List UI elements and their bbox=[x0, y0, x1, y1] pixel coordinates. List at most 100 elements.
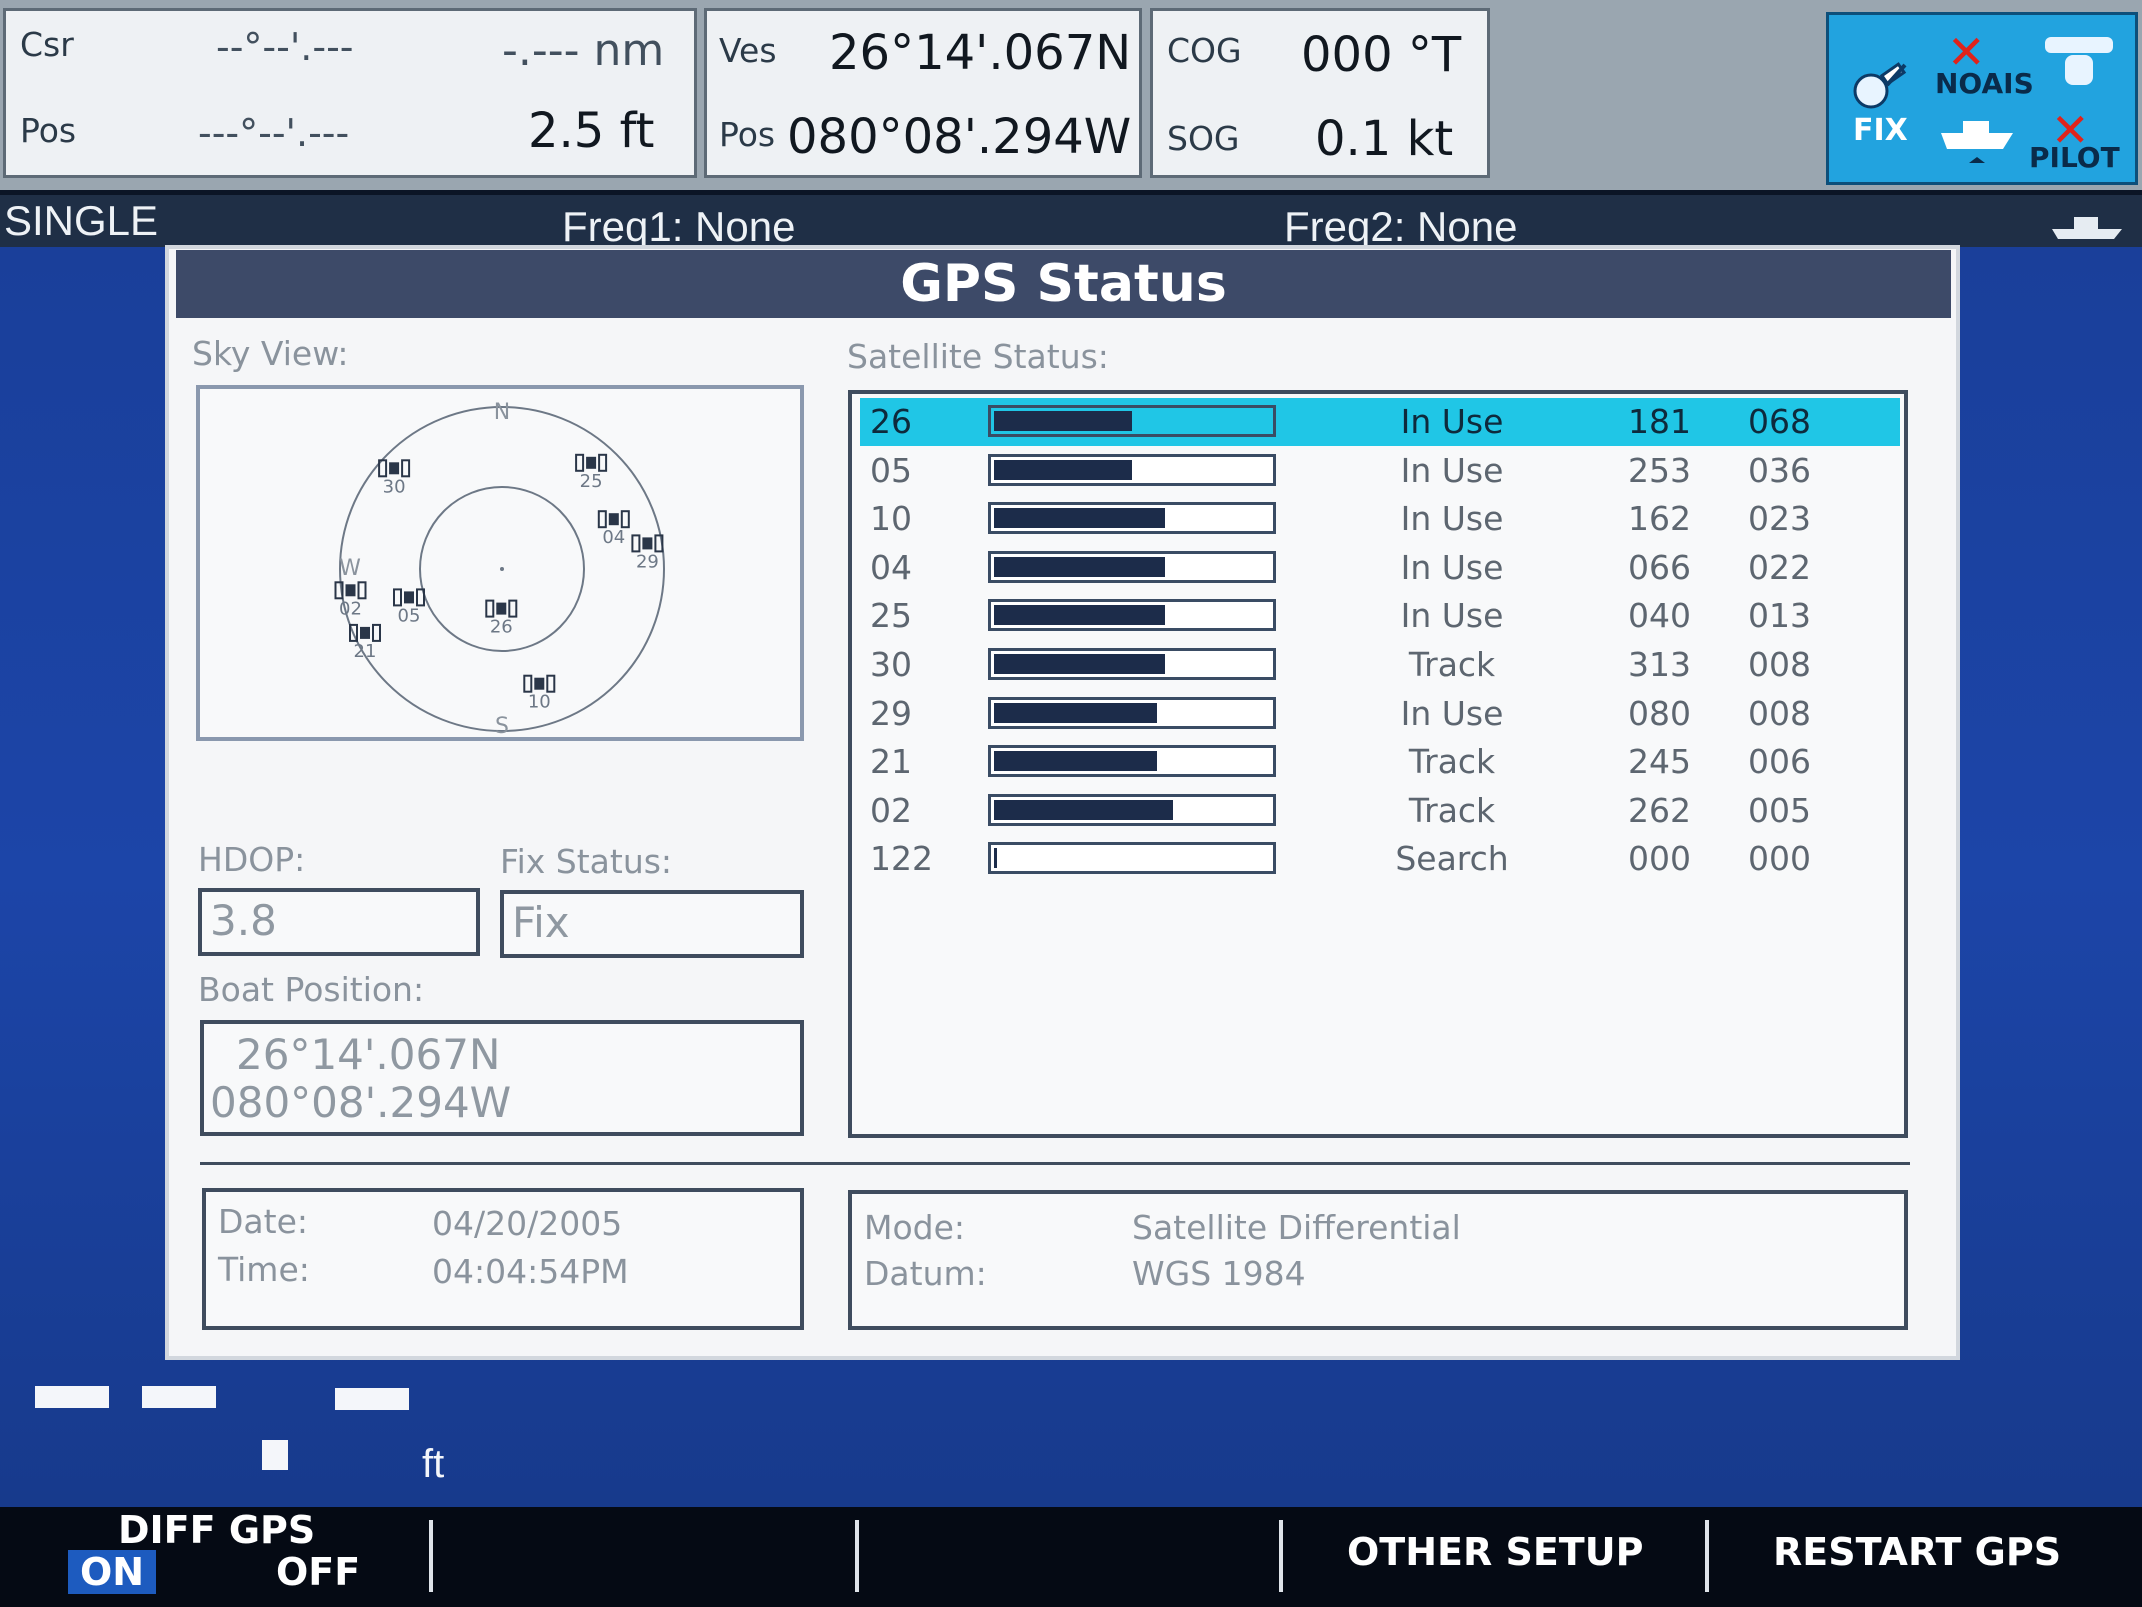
sky-view-plot: N S W 30 25 04 29 02 05 21 26 10 bbox=[334, 400, 665, 739]
signal-strength-bar bbox=[988, 453, 1276, 486]
satellite-azimuth: 253 bbox=[1628, 450, 1691, 490]
sky-view-label: Sky View: bbox=[192, 334, 349, 373]
vessel-panel: Ves 26°14'.067N Pos 080°08'.294W bbox=[704, 8, 1142, 178]
cog-label: COG bbox=[1167, 31, 1242, 70]
satellite-prn: 26 bbox=[870, 402, 912, 441]
csr-label: Csr bbox=[20, 25, 74, 64]
time-label: Time: bbox=[218, 1250, 310, 1289]
satellite-prn: 05 bbox=[870, 450, 912, 490]
other-setup-label: OTHER SETUP bbox=[1347, 1530, 1644, 1574]
diff-gps-label: DIFF GPS bbox=[118, 1508, 316, 1552]
satellite-azimuth: 040 bbox=[1628, 596, 1691, 636]
sog-label: SOG bbox=[1167, 119, 1240, 158]
section-divider bbox=[200, 1162, 1910, 1165]
sky-satellite-label: 30 bbox=[383, 476, 406, 497]
sky-satellite-label: 25 bbox=[580, 471, 603, 492]
signal-strength-fill bbox=[994, 751, 1157, 772]
fix-status-label: Fix Status: bbox=[500, 842, 673, 881]
fix-label: FIX bbox=[1853, 113, 1908, 148]
dialog-title: GPS Status bbox=[176, 250, 1951, 318]
satellite-row[interactable]: 25 In Use 040 013 bbox=[860, 592, 1900, 640]
sky-satellite-icon: 26 bbox=[485, 599, 518, 638]
depth-unit-label: ft bbox=[422, 1442, 445, 1486]
diff-gps-softkey[interactable]: DIFF GPS ON OFF bbox=[60, 1508, 430, 1604]
softkey-2-blank[interactable] bbox=[435, 1508, 855, 1604]
satellite-status: Track bbox=[1408, 645, 1496, 684]
signal-strength-fill bbox=[994, 508, 1165, 529]
satellite-status: In Use bbox=[1400, 596, 1504, 636]
mode-single-label: SINGLE bbox=[4, 197, 159, 244]
diff-gps-off-option[interactable]: OFF bbox=[276, 1550, 360, 1594]
satellite-azimuth: 262 bbox=[1628, 790, 1691, 830]
signal-strength-fill bbox=[994, 848, 997, 869]
signal-strength-bar bbox=[988, 550, 1276, 583]
signal-strength-bar bbox=[988, 502, 1276, 535]
mode-value: Satellite Differential bbox=[1132, 1208, 1461, 1247]
signal-strength-bar bbox=[988, 745, 1276, 778]
satellite-row[interactable]: 122 Search 000 000 bbox=[860, 835, 1900, 883]
vessel-latitude: 26°14'.067N bbox=[829, 25, 1132, 81]
diff-gps-on-option[interactable]: ON bbox=[68, 1550, 157, 1594]
signal-strength-bar bbox=[988, 405, 1276, 437]
signal-strength-bar bbox=[988, 648, 1276, 680]
satellite-prn: 02 bbox=[870, 790, 912, 830]
satellite-elevation: 008 bbox=[1748, 693, 1811, 733]
satellite-prn: 25 bbox=[870, 596, 912, 636]
sky-satellite-icon: 10 bbox=[523, 674, 556, 713]
date-time-panel: Date: 04/20/2005 Time: 04:04:54PM bbox=[202, 1188, 804, 1330]
softkey-divider bbox=[855, 1520, 859, 1592]
satellite-elevation: 000 bbox=[1748, 839, 1811, 879]
satellite-row[interactable]: 10 In Use 162 023 bbox=[860, 495, 1900, 543]
sky-satellite-icon: 04 bbox=[597, 510, 630, 548]
compass-south: S bbox=[495, 714, 509, 737]
signal-strength-bar bbox=[988, 696, 1276, 729]
hdop-value: 3.8 bbox=[210, 896, 277, 945]
softkey-divider bbox=[429, 1520, 433, 1592]
zenith-dot bbox=[500, 567, 504, 571]
compass-north: N bbox=[494, 400, 510, 425]
mode-datum-panel: Mode: Satellite Differential Datum: WGS … bbox=[848, 1190, 1908, 1330]
satellite-row[interactable]: 02 Track 262 005 bbox=[860, 787, 1900, 835]
radar-dome-icon bbox=[2045, 37, 2113, 85]
satellite-status: In Use bbox=[1400, 499, 1504, 539]
sky-satellite-icon: 29 bbox=[631, 534, 664, 572]
cursor-panel: Csr --°--'.--- -.--- nm Pos ---°--'.--- … bbox=[3, 8, 697, 178]
satellite-row[interactable]: 04 In Use 066 022 bbox=[860, 544, 1900, 592]
pilot-label: PILOT bbox=[2029, 141, 2120, 174]
sky-satellite-label: 26 bbox=[490, 617, 513, 638]
csr-range: -.--- nm bbox=[502, 25, 665, 76]
satellite-status: Track bbox=[1408, 742, 1496, 782]
satellite-azimuth: 080 bbox=[1628, 693, 1691, 733]
sky-satellite-icon: 30 bbox=[378, 459, 411, 497]
satellite-azimuth: 162 bbox=[1628, 499, 1691, 539]
restart-gps-softkey[interactable]: RESTART GPS bbox=[1711, 1508, 2131, 1604]
boat-position-field: 26°14'.067N 080°08'.294W bbox=[200, 1020, 804, 1136]
satellite-prn: 21 bbox=[870, 742, 912, 782]
datum-label: Datum: bbox=[864, 1254, 987, 1293]
satellite-status-table: 26 In Use 181 068 05 In Use 253 036 10 In Use 162 0… bbox=[848, 390, 1908, 1138]
freq2-label: Freq2: None bbox=[1284, 203, 1518, 250]
sky-satellite-label: 29 bbox=[636, 551, 659, 572]
depth-bar-1 bbox=[35, 1386, 109, 1408]
pos-position: ---°--'.--- bbox=[198, 111, 350, 155]
sky-view-panel: N S W 30 25 04 29 02 05 21 26 10 bbox=[196, 385, 804, 741]
depth-bar-3 bbox=[335, 1388, 409, 1410]
status-icon-panel[interactable]: FIX ✕ NOAIS ✕ PILOT bbox=[1826, 12, 2138, 185]
satellite-row[interactable]: 26 In Use 181 068 bbox=[860, 398, 1900, 446]
satellite-azimuth: 000 bbox=[1628, 839, 1691, 879]
sky-satellite-icon: 25 bbox=[575, 453, 608, 492]
depth-value: 2.5 ft bbox=[528, 103, 655, 159]
satellite-row[interactable]: 21 Track 245 006 bbox=[860, 738, 1900, 786]
softkey-3-blank[interactable] bbox=[861, 1508, 1277, 1604]
signal-strength-bar bbox=[988, 599, 1276, 632]
boat-position-label: Boat Position: bbox=[198, 970, 425, 1009]
noais-label: NOAIS bbox=[1935, 67, 2034, 100]
satellite-azimuth: 066 bbox=[1628, 547, 1691, 587]
satellite-prn: 04 bbox=[870, 547, 912, 587]
satellite-row[interactable]: 05 In Use 253 036 bbox=[860, 447, 1900, 495]
satellite-row[interactable]: 29 In Use 080 008 bbox=[860, 690, 1900, 738]
other-setup-softkey[interactable]: OTHER SETUP bbox=[1285, 1508, 1703, 1604]
satellite-row[interactable]: 30 Track 313 008 bbox=[860, 641, 1900, 689]
satellite-prn: 29 bbox=[870, 693, 912, 733]
satellite-elevation: 068 bbox=[1748, 402, 1811, 441]
